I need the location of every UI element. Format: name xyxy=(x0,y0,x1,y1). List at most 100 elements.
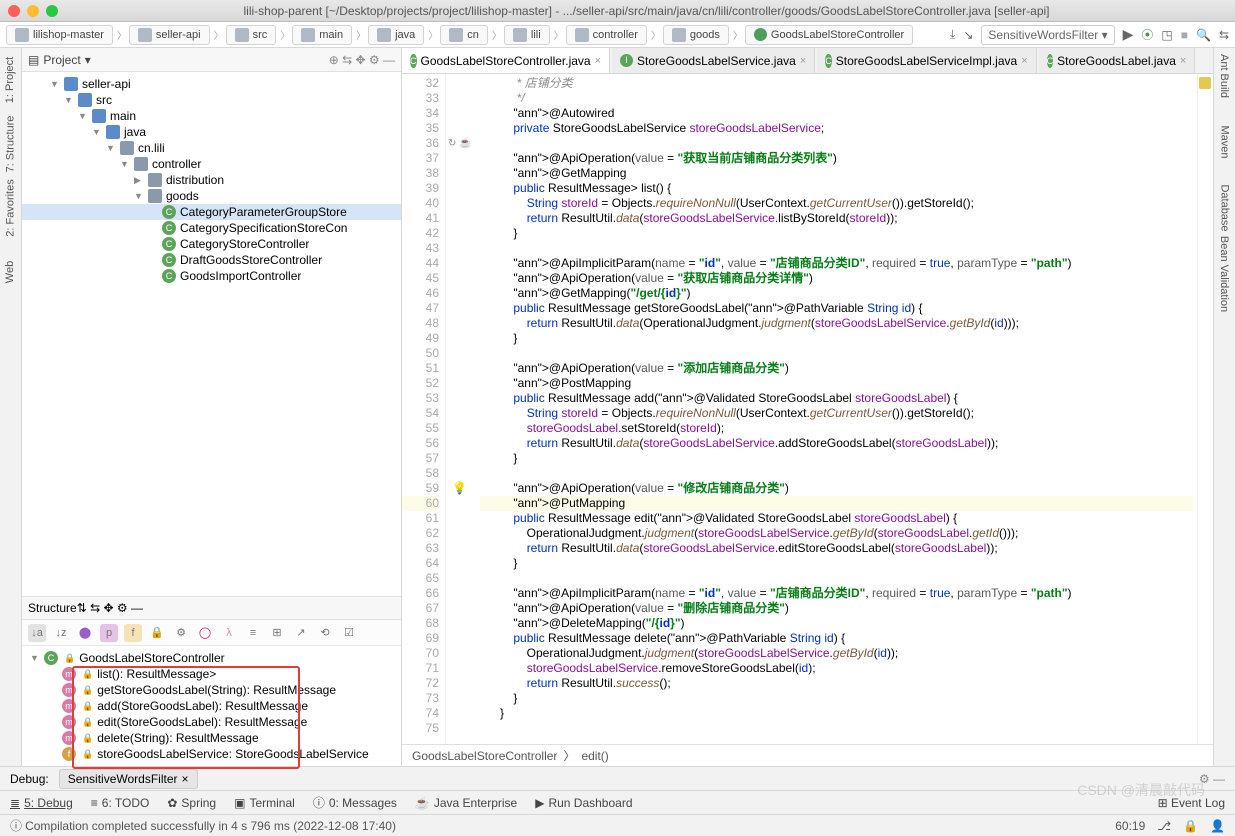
editor-tab[interactable]: CStoreGoodsLabel.java× xyxy=(1039,48,1196,73)
analysis-status-icon[interactable] xyxy=(1199,77,1211,89)
close-icon[interactable]: × xyxy=(1021,55,1027,67)
bottom-tool-tab[interactable]: ▶Run Dashboard xyxy=(535,796,632,810)
tree-label: java xyxy=(124,125,146,139)
tree-label: CategoryStoreController xyxy=(180,237,309,251)
debug-config-tab[interactable]: SensitiveWordsFilter × xyxy=(59,769,198,789)
structure-item[interactable]: m🔒getStoreGoodsLabel(String): ResultMess… xyxy=(22,682,401,698)
tree-node[interactable]: ▼controller xyxy=(22,156,401,172)
breadcrumb-item[interactable]: controller xyxy=(566,25,647,45)
run-config-selector[interactable]: SensitiveWordsFilter ▾ xyxy=(981,25,1114,45)
structure-item[interactable]: m🔒delete(String): ResultMessage xyxy=(22,730,401,746)
editor-tab[interactable]: IStoreGoodsLabelService.java× xyxy=(612,48,815,73)
breadcrumb-item[interactable]: lili xyxy=(504,25,550,45)
breadcrumb-item[interactable]: cn xyxy=(440,25,488,45)
stop-icon[interactable]: ■ xyxy=(1181,28,1188,42)
bottom-tool-tab[interactable]: ▣Terminal xyxy=(234,796,295,810)
project-panel-tools[interactable]: ⊕ ⇆ ✥ ⚙ — xyxy=(329,53,395,67)
structure-panel-header: Structure ⇅ ⇆ ✥ ⚙ — xyxy=(22,596,401,620)
hammer-icon[interactable]: ↘ xyxy=(963,28,973,42)
tool-tab-maven[interactable]: Maven xyxy=(1219,125,1231,158)
folder-icon xyxy=(148,173,162,187)
tree-node[interactable]: ▼java xyxy=(22,124,401,140)
tool-tab-structure[interactable]: 7: Structure xyxy=(5,116,17,173)
editor-tab[interactable]: CGoodsLabelStoreController.java× xyxy=(402,48,610,73)
breadcrumb-item[interactable]: main xyxy=(292,25,352,45)
project-icon: ▤ xyxy=(28,53,39,67)
breadcrumb-class[interactable]: GoodsLabelStoreController xyxy=(412,749,557,763)
git-branch-icon[interactable]: ⎇ xyxy=(1157,819,1171,833)
close-icon[interactable]: × xyxy=(182,772,189,786)
debug-icon[interactable]: ⦿ xyxy=(1141,26,1153,43)
editor-area: CGoodsLabelStoreController.java×IStoreGo… xyxy=(402,48,1213,766)
tool-tab-project[interactable]: 1: Project xyxy=(5,57,17,103)
tree-label: distribution xyxy=(166,173,224,187)
bottom-tool-tab[interactable]: ⓘ0: Messages xyxy=(313,794,397,811)
bottom-tool-tab[interactable]: ≡6: TODO xyxy=(91,796,150,810)
tool-tab-database[interactable]: Database xyxy=(1219,184,1231,231)
folder-icon xyxy=(148,189,162,203)
event-log-tab[interactable]: ⊞ Event Log xyxy=(1158,796,1225,810)
project-tree[interactable]: ▼seller-api▼src▼main▼java▼cn.lili▼contro… xyxy=(22,72,401,596)
close-icon[interactable]: × xyxy=(1180,55,1186,67)
search-icon[interactable]: 🔍 xyxy=(1196,28,1211,42)
tool-tab-ant[interactable]: Ant Build xyxy=(1219,54,1231,98)
folder-icon xyxy=(301,28,315,42)
tool-tab-favorites[interactable]: 2: Favorites xyxy=(5,179,17,236)
breadcrumb-item[interactable]: seller-api xyxy=(129,25,210,45)
close-icon[interactable]: × xyxy=(800,55,806,67)
tree-node[interactable]: ▼cn.lili xyxy=(22,140,401,156)
bottom-toolwindow-strip: ≣5: Debug ≡6: TODO ✿Spring ▣Terminal ⓘ0: Mes… xyxy=(0,790,1235,814)
tree-node[interactable]: ▶distribution xyxy=(22,172,401,188)
folder-icon xyxy=(106,125,120,139)
run-icon[interactable]: ▶ xyxy=(1123,26,1134,43)
class-icon: C xyxy=(44,651,58,665)
close-icon[interactable]: × xyxy=(595,55,601,67)
hector-icon[interactable]: 👤 xyxy=(1210,819,1225,833)
tree-node[interactable]: ▼seller-api xyxy=(22,76,401,92)
method-icon: m xyxy=(62,731,76,745)
structure-root[interactable]: ▼C🔒GoodsLabelStoreController xyxy=(22,650,401,666)
bottom-tool-tab[interactable]: ☕Java Enterprise xyxy=(415,796,517,810)
tree-node[interactable]: ▼goods xyxy=(22,188,401,204)
structure-item[interactable]: f🔒storeGoodsLabelService: StoreGoodsLabe… xyxy=(22,746,401,762)
more-icon[interactable]: ⇆ xyxy=(1219,28,1229,42)
breadcrumb-item[interactable]: goods xyxy=(663,25,729,45)
tool-tab-bean[interactable]: Bean Validation xyxy=(1219,236,1231,312)
tree-node[interactable]: ▼main xyxy=(22,108,401,124)
tree-node[interactable]: CCategoryParameterGroupStore xyxy=(22,204,401,220)
breadcrumb-item[interactable]: lilishop-master xyxy=(6,25,113,45)
lock-icon[interactable]: 🔒 xyxy=(1183,819,1198,833)
window-traffic-lights[interactable] xyxy=(8,5,58,17)
breadcrumb-method[interactable]: edit() xyxy=(581,749,608,763)
bottom-tool-tab[interactable]: ✿Spring xyxy=(167,796,216,810)
structure-tree[interactable]: ▼C🔒GoodsLabelStoreControllerm🔒list(): Re… xyxy=(22,646,401,766)
structure-toolbar[interactable]: ↓a↓z⬤pf🔒⚙◯λ≡⊞↗⟲☑ xyxy=(22,620,401,646)
bottom-tool-tab[interactable]: ≣5: Debug xyxy=(10,796,73,810)
structure-item[interactable]: m🔒list(): ResultMessage> xyxy=(22,666,401,682)
breadcrumb-item[interactable]: java xyxy=(368,25,424,45)
coverage-icon[interactable]: ◳ xyxy=(1161,28,1172,42)
tree-node[interactable]: CCategoryStoreController xyxy=(22,236,401,252)
class-icon: C xyxy=(162,269,176,283)
build-icon[interactable]: ⤓ xyxy=(950,27,955,42)
structure-item[interactable]: m🔒add(StoreGoodsLabel): ResultMessage xyxy=(22,698,401,714)
tree-label: CategorySpecificationStoreCon xyxy=(180,221,347,235)
editor-body[interactable]: 3233343536373839404142434445464748495051… xyxy=(402,74,1213,744)
tree-node[interactable]: ▼src xyxy=(22,92,401,108)
folder-icon xyxy=(575,28,589,42)
tree-node[interactable]: CDraftGoodsStoreController xyxy=(22,252,401,268)
code-content[interactable]: * 店铺分类 */ "ann">@Autowired private Store… xyxy=(476,74,1197,744)
caret-position[interactable]: 60:19 xyxy=(1115,819,1145,833)
editor-tab[interactable]: CStoreGoodsLabelServiceImpl.java× xyxy=(817,48,1036,73)
breadcrumb-item[interactable]: src xyxy=(226,25,277,45)
tree-node[interactable]: CCategorySpecificationStoreCon xyxy=(22,220,401,236)
tree-label: CategoryParameterGroupStore xyxy=(180,205,347,219)
structure-item-label: list(): ResultMessage> xyxy=(97,667,216,681)
folder-icon xyxy=(78,93,92,107)
tool-tab-web[interactable]: Web xyxy=(5,261,17,283)
structure-item[interactable]: m🔒edit(StoreGoodsLabel): ResultMessage xyxy=(22,714,401,730)
field-icon: f xyxy=(62,747,76,761)
structure-panel-tools[interactable]: ⇅ ⇆ ✥ ⚙ — xyxy=(77,601,143,615)
breadcrumb-item[interactable]: GoodsLabelStoreController xyxy=(745,25,913,45)
tree-node[interactable]: CGoodsImportController xyxy=(22,268,401,284)
